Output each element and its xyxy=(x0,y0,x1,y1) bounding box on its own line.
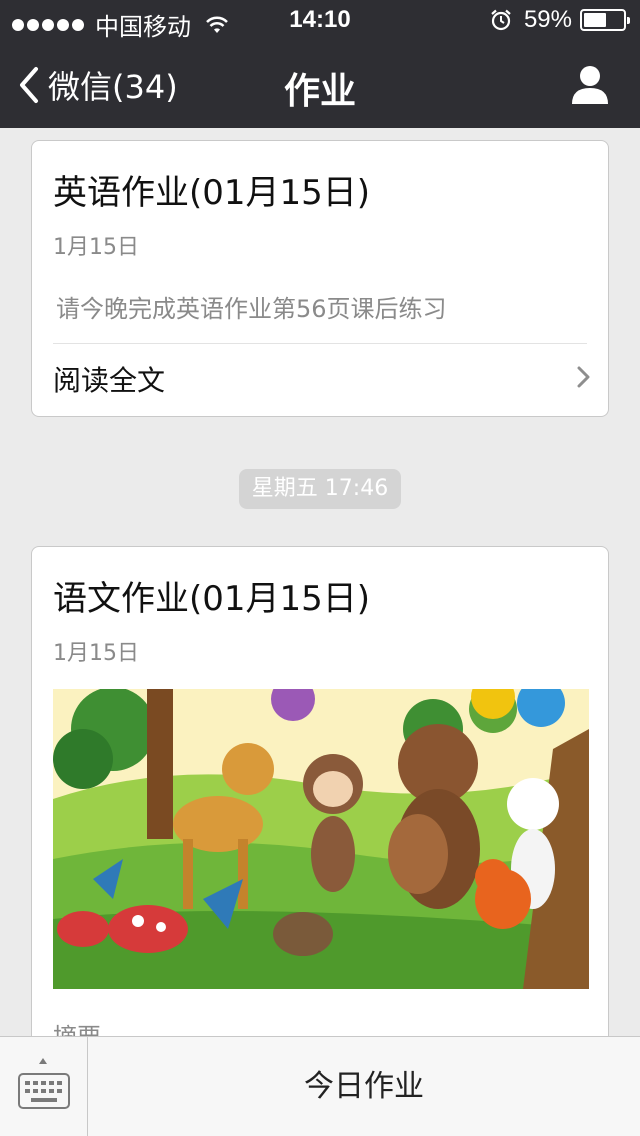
article-summary: 摘要 xyxy=(53,1017,101,1036)
chevron-right-icon xyxy=(577,366,590,388)
article-description: 请今晚完成英语作业第56页课后练习 xyxy=(56,295,447,323)
cover-image[interactable] xyxy=(53,689,589,989)
caret-up-icon xyxy=(39,1058,47,1064)
bottom-menu-bar: 今日作业 xyxy=(0,1036,640,1136)
battery-tip xyxy=(627,17,630,24)
alarm-icon xyxy=(491,9,511,31)
article-card-chinese[interactable]: 语文作业(01月15日) 1月15日 xyxy=(31,546,609,1036)
message-list[interactable]: 英语作业(01月15日) 1月15日 请今晚完成英语作业第56页课后练习 阅读全… xyxy=(0,128,640,1036)
cartoon-animals-illustration xyxy=(53,689,589,989)
profile-icon[interactable] xyxy=(570,64,610,104)
today-homework-menu-button[interactable]: 今日作业 xyxy=(88,1037,640,1136)
keyboard-toggle-button[interactable] xyxy=(0,1037,88,1136)
page-title: 作业 xyxy=(283,71,356,112)
battery-percent: 59% xyxy=(523,6,572,33)
article-title: 英语作业(01月15日) xyxy=(53,173,371,213)
status-right: 59% xyxy=(490,6,630,34)
article-card-english[interactable]: 英语作业(01月15日) 1月15日 请今晚完成英语作业第56页课后练习 阅读全… xyxy=(31,140,609,417)
timestamp-badge: 星期五 17:46 xyxy=(239,469,401,509)
divider xyxy=(53,343,587,344)
status-bar: 中国移动 14:10 59% xyxy=(0,0,640,41)
nav-bar: 微信(34) 作业 xyxy=(0,40,640,128)
article-title: 语文作业(01月15日) xyxy=(53,579,371,619)
article-date: 1月15日 xyxy=(53,641,139,666)
read-full-link[interactable]: 阅读全文 xyxy=(53,359,165,399)
battery-fill xyxy=(584,13,606,27)
battery-icon xyxy=(580,9,630,31)
keyboard-icon xyxy=(18,1073,70,1109)
article-date: 1月15日 xyxy=(53,235,139,260)
